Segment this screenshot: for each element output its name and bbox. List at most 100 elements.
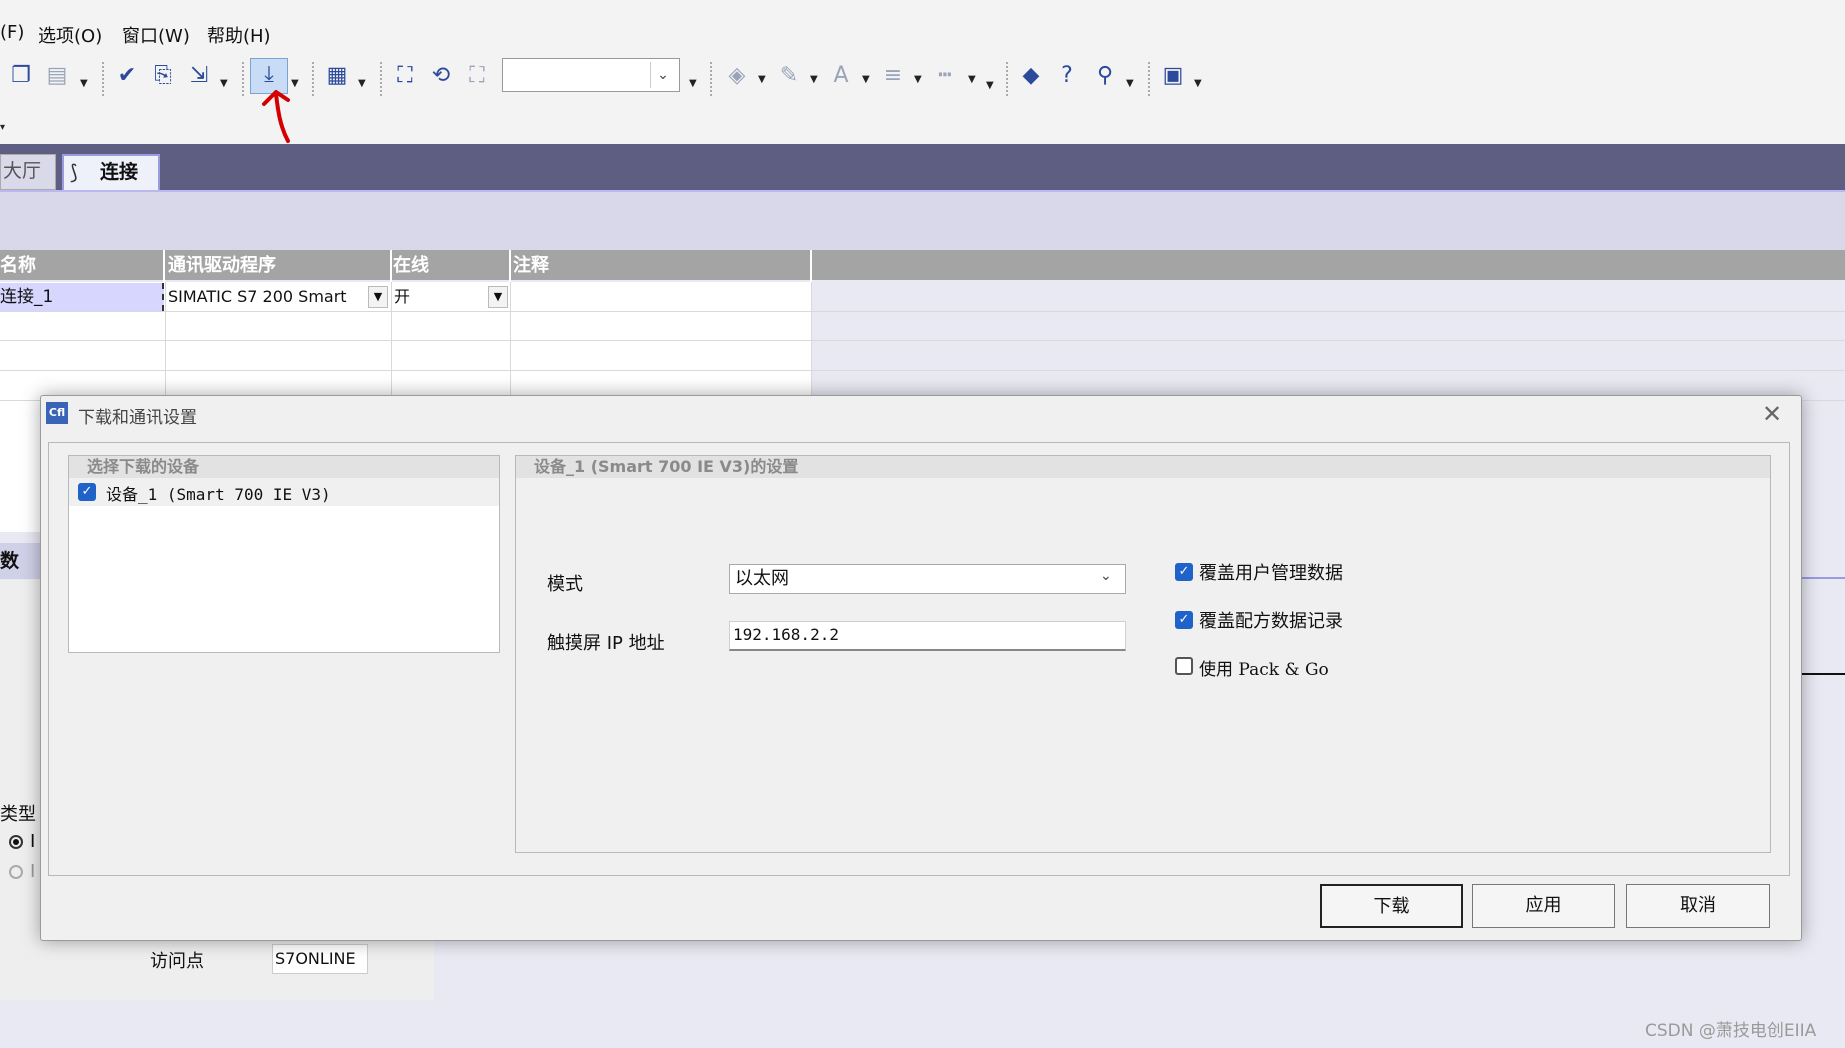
column-divider [390, 250, 392, 282]
download-icon: ⤓ [264, 62, 274, 87]
grid-row-line [0, 311, 1845, 312]
column-divider [509, 250, 511, 282]
column-header-name[interactable]: 名称 [0, 252, 36, 280]
editor-tab-strip [0, 144, 1845, 190]
device-list-header: 选择下载的设备 [69, 456, 499, 478]
access-point-field[interactable]: S7ONLINE [272, 944, 368, 974]
overwrite-user-admin-checkbox[interactable]: ✓ [1175, 563, 1193, 581]
column-header-comment[interactable]: 注释 [513, 252, 549, 280]
device-settings-panel [515, 455, 1771, 853]
line-style-icon[interactable]: ┅ [932, 63, 958, 89]
find-icon[interactable]: ⛶ [392, 63, 418, 89]
more-dropdown-icon[interactable]: ▼ [986, 80, 994, 91]
column-header-driver[interactable]: 通讯驱动程序 [168, 252, 276, 280]
object-list-dropdown-icon[interactable]: ▼ [358, 78, 366, 89]
toolbar-separator [1148, 62, 1150, 96]
grid-col-line [811, 282, 812, 397]
mode-label: 模式 [547, 574, 583, 595]
connection-icon: ⟆ [70, 160, 78, 184]
type-label: 类型 [0, 804, 36, 825]
compile-icon[interactable]: ⎘ [150, 63, 176, 89]
driver-cell[interactable]: SIMATIC S7 200 Smart [168, 283, 347, 311]
device-settings-header: 设备_1 (Smart 700 IE V3)的设置 [516, 456, 1770, 478]
fill-color-icon[interactable]: ◈ [724, 63, 750, 89]
overwrite-user-admin-label: 覆盖用户管理数据 [1199, 563, 1343, 584]
menu-file[interactable]: (F) [0, 22, 24, 43]
chevron-down-icon[interactable]: ⌄ [1100, 568, 1112, 584]
column-divider [810, 250, 812, 282]
grid-row-line [0, 340, 1845, 341]
cancel-button[interactable]: 取消 [1626, 884, 1770, 928]
mode-select[interactable]: 以太网 [729, 564, 1126, 594]
context-help-dropdown-icon[interactable]: ▼ [1126, 78, 1134, 89]
toolbar-overflow-icon[interactable]: ▾ [0, 122, 5, 133]
menu-help[interactable]: 帮助(H) [207, 22, 271, 48]
type-radio-1-label: I [30, 831, 36, 852]
context-help-icon[interactable]: ⚲ [1092, 63, 1118, 89]
object-list-icon[interactable]: ▦ [324, 63, 350, 89]
paste-dropdown-icon[interactable]: ▼ [80, 78, 88, 89]
replace-icon[interactable]: ⟲ [428, 63, 454, 89]
divider [1800, 577, 1845, 579]
download-button[interactable]: 下载 [1320, 884, 1463, 928]
grid-col-line [165, 282, 166, 397]
type-radio-2-label: I [30, 861, 36, 882]
fill-color-dropdown-icon[interactable]: ▼ [758, 74, 766, 85]
access-point-label: 访问点 [150, 951, 204, 972]
line-color-icon[interactable]: ✎ [776, 63, 802, 89]
ip-address-input[interactable]: 192.168.2.2 [729, 621, 1126, 651]
column-divider [163, 250, 165, 282]
toolbar-separator [710, 62, 712, 96]
type-radio-1[interactable] [9, 835, 23, 849]
divider [1800, 673, 1845, 675]
font-color-icon[interactable]: A [828, 63, 854, 89]
line-width-icon[interactable]: ≡ [880, 63, 906, 89]
grid-col-line [510, 282, 511, 397]
library-icon[interactable]: ◆ [1018, 63, 1044, 89]
dialog-title: 下载和通讯设置 [78, 408, 197, 428]
online-cell[interactable]: 开 [394, 283, 410, 311]
combo-dropdown-icon[interactable]: ▼ [689, 78, 697, 89]
ip-address-label: 触摸屏 IP 地址 [547, 633, 665, 654]
help-icon[interactable]: ? [1054, 63, 1080, 89]
chevron-down-icon[interactable]: ⌄ [650, 62, 675, 88]
close-icon[interactable]: ✕ [1762, 400, 1782, 428]
driver-dropdown-icon[interactable]: ▼ [368, 286, 388, 308]
online-dropdown-icon[interactable]: ▼ [488, 286, 508, 308]
tab-hall[interactable]: 大厅 [0, 154, 56, 190]
line-color-dropdown-icon[interactable]: ▼ [810, 74, 818, 85]
use-pack-go-checkbox[interactable] [1175, 657, 1193, 675]
grid-col-line [391, 282, 392, 397]
menu-bar [0, 0, 1845, 56]
transfer-dropdown-icon[interactable]: ▼ [220, 78, 228, 89]
menu-window[interactable]: 窗口(W) [122, 22, 190, 48]
parameters-tab[interactable]: 数 [0, 543, 40, 579]
copy-icon[interactable]: ❐ [8, 63, 34, 89]
transfer-icon[interactable]: ⇲ [186, 63, 212, 89]
column-header-online[interactable]: 在线 [393, 252, 429, 280]
menu-options[interactable]: 选项(O) [38, 22, 102, 48]
annotation-arrow-icon [262, 90, 290, 143]
grid-header [0, 250, 1845, 280]
overwrite-recipe-checkbox[interactable]: ✓ [1175, 611, 1193, 629]
paste-icon[interactable]: ▤ [44, 63, 70, 89]
overwrite-recipe-label: 覆盖配方数据记录 [1199, 611, 1343, 632]
toolbar-separator [1006, 62, 1008, 96]
device-item-label: 设备_1 (Smart 700 IE V3) [106, 485, 331, 504]
type-radio-2[interactable] [9, 865, 23, 879]
apply-button[interactable]: 应用 [1472, 884, 1615, 928]
window-layout-dropdown-icon[interactable]: ▼ [1194, 78, 1202, 89]
line-width-dropdown-icon[interactable]: ▼ [914, 74, 922, 85]
wincc-app-icon: Cfl [46, 402, 68, 424]
line-style-dropdown-icon[interactable]: ▼ [968, 74, 976, 85]
connection-name-cell[interactable]: 连接_1 [0, 283, 164, 311]
cross-reference-icon[interactable]: ⛶ [464, 63, 490, 89]
device-checkbox[interactable]: ✓ [78, 483, 96, 501]
window-layout-icon[interactable]: ▣ [1160, 63, 1186, 89]
toolbar-separator [380, 62, 382, 96]
check-consistency-icon[interactable]: ✔ [114, 63, 140, 89]
watermark: CSDN @萧技电创EIIA [1645, 1021, 1817, 1041]
toolbar-separator [102, 62, 104, 96]
grid-row-line [0, 370, 1845, 371]
font-color-dropdown-icon[interactable]: ▼ [862, 74, 870, 85]
